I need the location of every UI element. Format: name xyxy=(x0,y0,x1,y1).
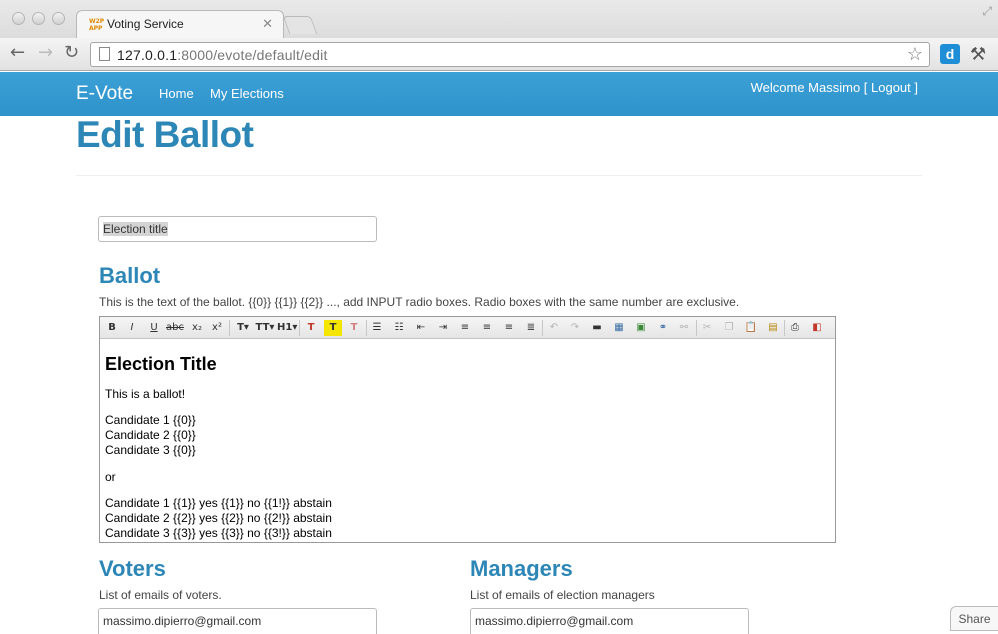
align-right-icon[interactable]: ≡ xyxy=(501,320,517,336)
tab-title: Voting Service xyxy=(107,17,184,31)
subscript-icon[interactable]: x₂ xyxy=(188,320,206,336)
editor-line: Candidate 3 {{3}} yes {{3}} no {{3!}} ab… xyxy=(105,526,332,540)
paste-icon[interactable]: 📋 xyxy=(743,320,759,336)
nav-link-home[interactable]: Home xyxy=(159,86,194,101)
share-button[interactable]: Share xyxy=(950,606,998,631)
window-zoom-button[interactable] xyxy=(52,12,65,25)
reload-icon[interactable]: ↻ xyxy=(64,43,79,63)
voters-help-text: List of emails of voters. xyxy=(99,588,222,602)
editor-heading: Election Title xyxy=(105,354,217,374)
app-navbar: E-Vote Home My Elections Welcome Massimo… xyxy=(0,72,998,116)
align-left-icon[interactable]: ≡ xyxy=(457,320,473,336)
url-text: 127.0.0.1:8000/evote/default/edit xyxy=(117,47,328,63)
align-center-icon[interactable]: ≡ xyxy=(479,320,495,336)
forward-arrow-icon[interactable]: → xyxy=(38,43,53,63)
ballot-rich-text-editor[interactable]: B I U abc x₂ x² T▾ TT▾ H1▾ T T T ☰ ☷ ⇤ ⇥… xyxy=(99,316,836,543)
table-icon[interactable]: ▦ xyxy=(611,320,627,336)
voters-heading: Voters xyxy=(99,556,166,581)
managers-heading: Managers xyxy=(470,556,573,581)
link-icon[interactable]: ⚭ xyxy=(655,320,671,336)
print-icon[interactable]: ⎙ xyxy=(787,320,803,336)
image-icon[interactable]: ▣ xyxy=(633,320,649,336)
brand-logo[interactable]: E-Vote xyxy=(76,83,133,105)
remove-format-icon[interactable]: T xyxy=(346,320,362,336)
welcome-logout-link[interactable]: Welcome Massimo [ Logout ] xyxy=(751,80,918,95)
cut-icon[interactable]: ✂ xyxy=(699,320,715,336)
numbered-list-icon[interactable]: ☷ xyxy=(391,320,407,336)
font-family-icon[interactable]: TT▾ xyxy=(255,320,275,336)
divider xyxy=(76,175,922,176)
toolbar-separator xyxy=(229,320,230,336)
html-source-icon[interactable]: ◧ xyxy=(809,320,825,336)
new-tab-button[interactable] xyxy=(282,16,318,34)
editor-line: Candidate 1 {{1}} yes {{1}} no {{1!}} ab… xyxy=(105,496,332,510)
ballot-heading: Ballot xyxy=(99,263,161,288)
redo-icon[interactable]: ↷ xyxy=(567,320,583,336)
managers-email-input[interactable]: massimo.dipierro@gmail.com xyxy=(470,608,749,634)
extension-d-icon[interactable]: d xyxy=(940,44,960,64)
wrench-menu-icon[interactable]: ⚒ xyxy=(970,44,986,65)
copy-icon[interactable]: ❐ xyxy=(721,320,737,336)
nav-link-my-elections[interactable]: My Elections xyxy=(210,86,284,101)
strikethrough-icon[interactable]: abc xyxy=(166,320,184,336)
editor-line: Candidate 2 {{0}} xyxy=(105,428,196,442)
window-close-button[interactable] xyxy=(12,12,25,25)
bullet-list-icon[interactable]: ☰ xyxy=(369,320,385,336)
ballot-help-text: This is the text of the ballot. {{0}} {{… xyxy=(99,295,740,309)
voters-email-input[interactable]: massimo.dipierro@gmail.com xyxy=(98,608,377,634)
browser-toolbar: ← → ↻ 127.0.0.1:8000/evote/default/edit … xyxy=(0,38,998,71)
toolbar-separator xyxy=(784,320,785,336)
window-minimize-button[interactable] xyxy=(32,12,45,25)
tab-close-icon[interactable]: ✕ xyxy=(262,16,273,32)
bookmark-star-icon[interactable]: ☆ xyxy=(907,44,923,65)
undo-icon[interactable]: ↶ xyxy=(546,320,562,336)
managers-help-text: List of emails of election managers xyxy=(470,588,655,602)
unlink-icon[interactable]: ⚯ xyxy=(676,320,692,336)
superscript-icon[interactable]: x² xyxy=(208,320,226,336)
heading-icon[interactable]: H1▾ xyxy=(277,320,297,336)
editor-or: or xyxy=(105,470,116,484)
page-title: Edit Ballot xyxy=(76,114,254,155)
horizontal-rule-icon[interactable]: ▬ xyxy=(589,320,605,336)
election-title-input[interactable]: Election title xyxy=(98,216,377,242)
web2py-favicon-icon: W2P APP xyxy=(89,18,105,32)
toolbar-separator xyxy=(542,320,543,336)
underline-icon[interactable]: U xyxy=(146,320,162,336)
text-color-icon[interactable]: T xyxy=(303,320,319,336)
toolbar-separator xyxy=(299,320,300,336)
paste-text-icon[interactable]: ▤ xyxy=(765,320,781,336)
browser-tabbar: W2P APP Voting Service ✕ ⤢ xyxy=(0,0,998,38)
editor-intro: This is a ballot! xyxy=(105,387,186,401)
editor-line: Candidate 2 {{2}} yes {{2}} no {{2!}} ab… xyxy=(105,511,332,525)
indent-icon[interactable]: ⇥ xyxy=(435,320,451,336)
bold-icon[interactable]: B xyxy=(104,320,120,336)
fullscreen-icon[interactable]: ⤢ xyxy=(982,4,992,19)
italic-icon[interactable]: I xyxy=(124,320,140,336)
page-icon xyxy=(99,47,110,61)
browser-tab[interactable]: W2P APP Voting Service ✕ xyxy=(76,10,284,38)
font-size-icon[interactable]: T▾ xyxy=(233,320,253,336)
editor-toolbar: B I U abc x₂ x² T▾ TT▾ H1▾ T T T ☰ ☷ ⇤ ⇥… xyxy=(100,317,835,339)
editor-content[interactable]: Election Title This is a ballot! Candida… xyxy=(100,340,835,542)
justify-icon[interactable]: ≣ xyxy=(523,320,539,336)
address-bar[interactable]: 127.0.0.1:8000/evote/default/edit ☆ xyxy=(90,42,930,67)
election-title-value: Election title xyxy=(103,222,168,236)
back-arrow-icon[interactable]: ← xyxy=(10,43,25,63)
toolbar-separator xyxy=(696,320,697,336)
highlight-icon[interactable]: T xyxy=(324,320,342,336)
toolbar-separator xyxy=(366,320,367,336)
editor-line: Candidate 3 {{0}} xyxy=(105,443,196,457)
editor-line: Candidate 1 {{0}} xyxy=(105,413,196,427)
outdent-icon[interactable]: ⇤ xyxy=(413,320,429,336)
